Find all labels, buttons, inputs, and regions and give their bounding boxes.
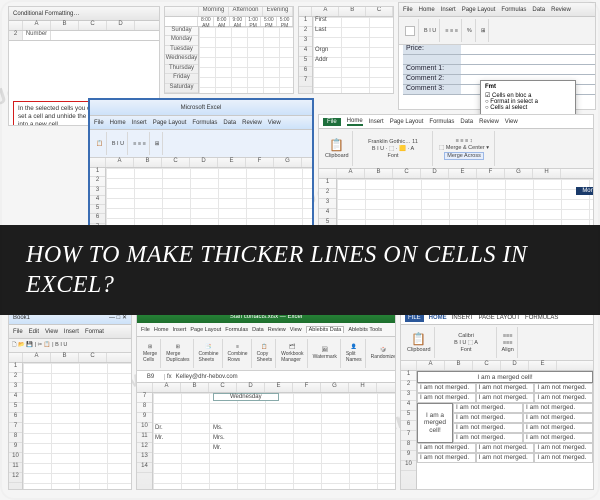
row-headers: 1234567	[299, 17, 313, 93]
thumbnail-weekly-schedule: Morning Afternoon Evening 8:00 AM 8:00 A…	[164, 6, 294, 94]
column-headers: Morning Afternoon Evening	[165, 7, 293, 17]
window-titlebar: Microsoft Excel	[90, 100, 312, 116]
row-headers: Sunday Monday Tuesday Wednesday Thursday…	[165, 27, 199, 93]
ribbon-tools: 📋Clipboard Calibri B I U ⬚ A Font ≡≡≡≡≡≡…	[401, 325, 593, 361]
window-controls-icon: — □ ✕	[109, 314, 127, 321]
merged-cell: I am a merged cell!	[417, 371, 593, 383]
dialog-title: Fmt	[485, 84, 571, 90]
row-headers: 123456789101112	[9, 363, 23, 489]
ribbon-tools: 📋 B I U ≡ ≡ ≡ ⊞	[90, 130, 312, 158]
formula-bar[interactable]: Kelley@dhr-hebov.com	[174, 374, 395, 380]
font-selector[interactable]: Franklin Gothic… 11	[368, 139, 418, 145]
headline-text: HOW TO MAKE THICKER LINES ON CELLS IN EX…	[26, 240, 546, 300]
menu-bar: File Home Insert Page Layout Formulas Da…	[137, 323, 395, 337]
merge-button[interactable]: ⬚ Merge & Center ▾	[439, 145, 489, 151]
toolbar: 🗋 📂 💾 | ✂ 📋 | B I U	[9, 339, 131, 353]
column-headers: ABC	[9, 353, 131, 363]
menu-bar: File Home Insert Page Layout Formulas Da…	[90, 116, 312, 130]
thumbnail-excel-win7: Microsoft Excel File Home Insert Page La…	[88, 98, 314, 244]
headline-overlay: HOW TO MAKE THICKER LINES ON CELLS IN EX…	[0, 225, 600, 315]
toolbar-label: Conditional Formatting…	[13, 11, 79, 17]
menu-bar: File Home Insert Page Layout Formulas Da…	[319, 115, 593, 129]
menu-bar: File Home Insert Page Layout Formulas Da…	[399, 3, 595, 17]
column-headers: A B C	[299, 7, 393, 17]
column-headers: ABCDEFG	[90, 158, 312, 168]
menu-bar: File Edit View Insert Format	[9, 325, 131, 339]
paste-icon: 📋	[411, 332, 426, 346]
ribbon-tools: 📋 Clipboard Franklin Gothic… 11 B I U · …	[319, 129, 593, 169]
data-row: 2 Number	[9, 31, 159, 41]
merged-cell: I am a merged cell!	[417, 403, 453, 443]
toolbar: Conditional Formatting…	[9, 7, 159, 21]
merge-across-item[interactable]: Merge Across	[444, 152, 484, 160]
ribbon-tools: B I U ≡ ≡ ≡ % ⊞	[399, 17, 595, 45]
font-selector[interactable]: Calibri	[458, 333, 474, 339]
thumbnail-staff-contacts: Staff contacts.xlsx — Excel File Home In…	[136, 310, 396, 490]
paste-icon: 📋	[96, 141, 103, 147]
merge-cells-icon: ⊞	[148, 344, 152, 350]
cell-value: Month	[576, 187, 594, 195]
window-title: Microsoft Excel	[181, 105, 222, 111]
paste-icon: 📋	[329, 138, 344, 152]
ribbon-tools: ⊞Merge Cells ⊞Merge Duplicates 📑Combine …	[137, 337, 395, 371]
row-headers: 12345678910	[401, 371, 417, 489]
name-box[interactable]: B9	[137, 374, 165, 380]
column-headers: ABCD	[9, 21, 159, 31]
thumbnail-old-excel: Book1 — □ ✕ File Edit View Insert Format…	[8, 310, 132, 490]
row-headers: 7891011121314	[137, 393, 153, 489]
thumbnail-merged-cells: FILE HOME INSERT PAGE LAYOUT FORMULAS 📋C…	[400, 310, 594, 490]
cell-value: Wednesday	[213, 393, 279, 401]
time-row: 8:00 AM 8:00 AM 9:00 AM 1:00 PM 5:00 PM …	[165, 17, 293, 27]
column-headers: ABCDE	[401, 361, 593, 371]
column-headers: ABCDEFGH	[319, 169, 593, 179]
thumbnail-small-grid: A B C 1234567 First Last Orgn Addr	[298, 6, 394, 94]
cell-value: Number	[23, 31, 51, 40]
column-headers: ABCDEFGH	[137, 383, 395, 393]
